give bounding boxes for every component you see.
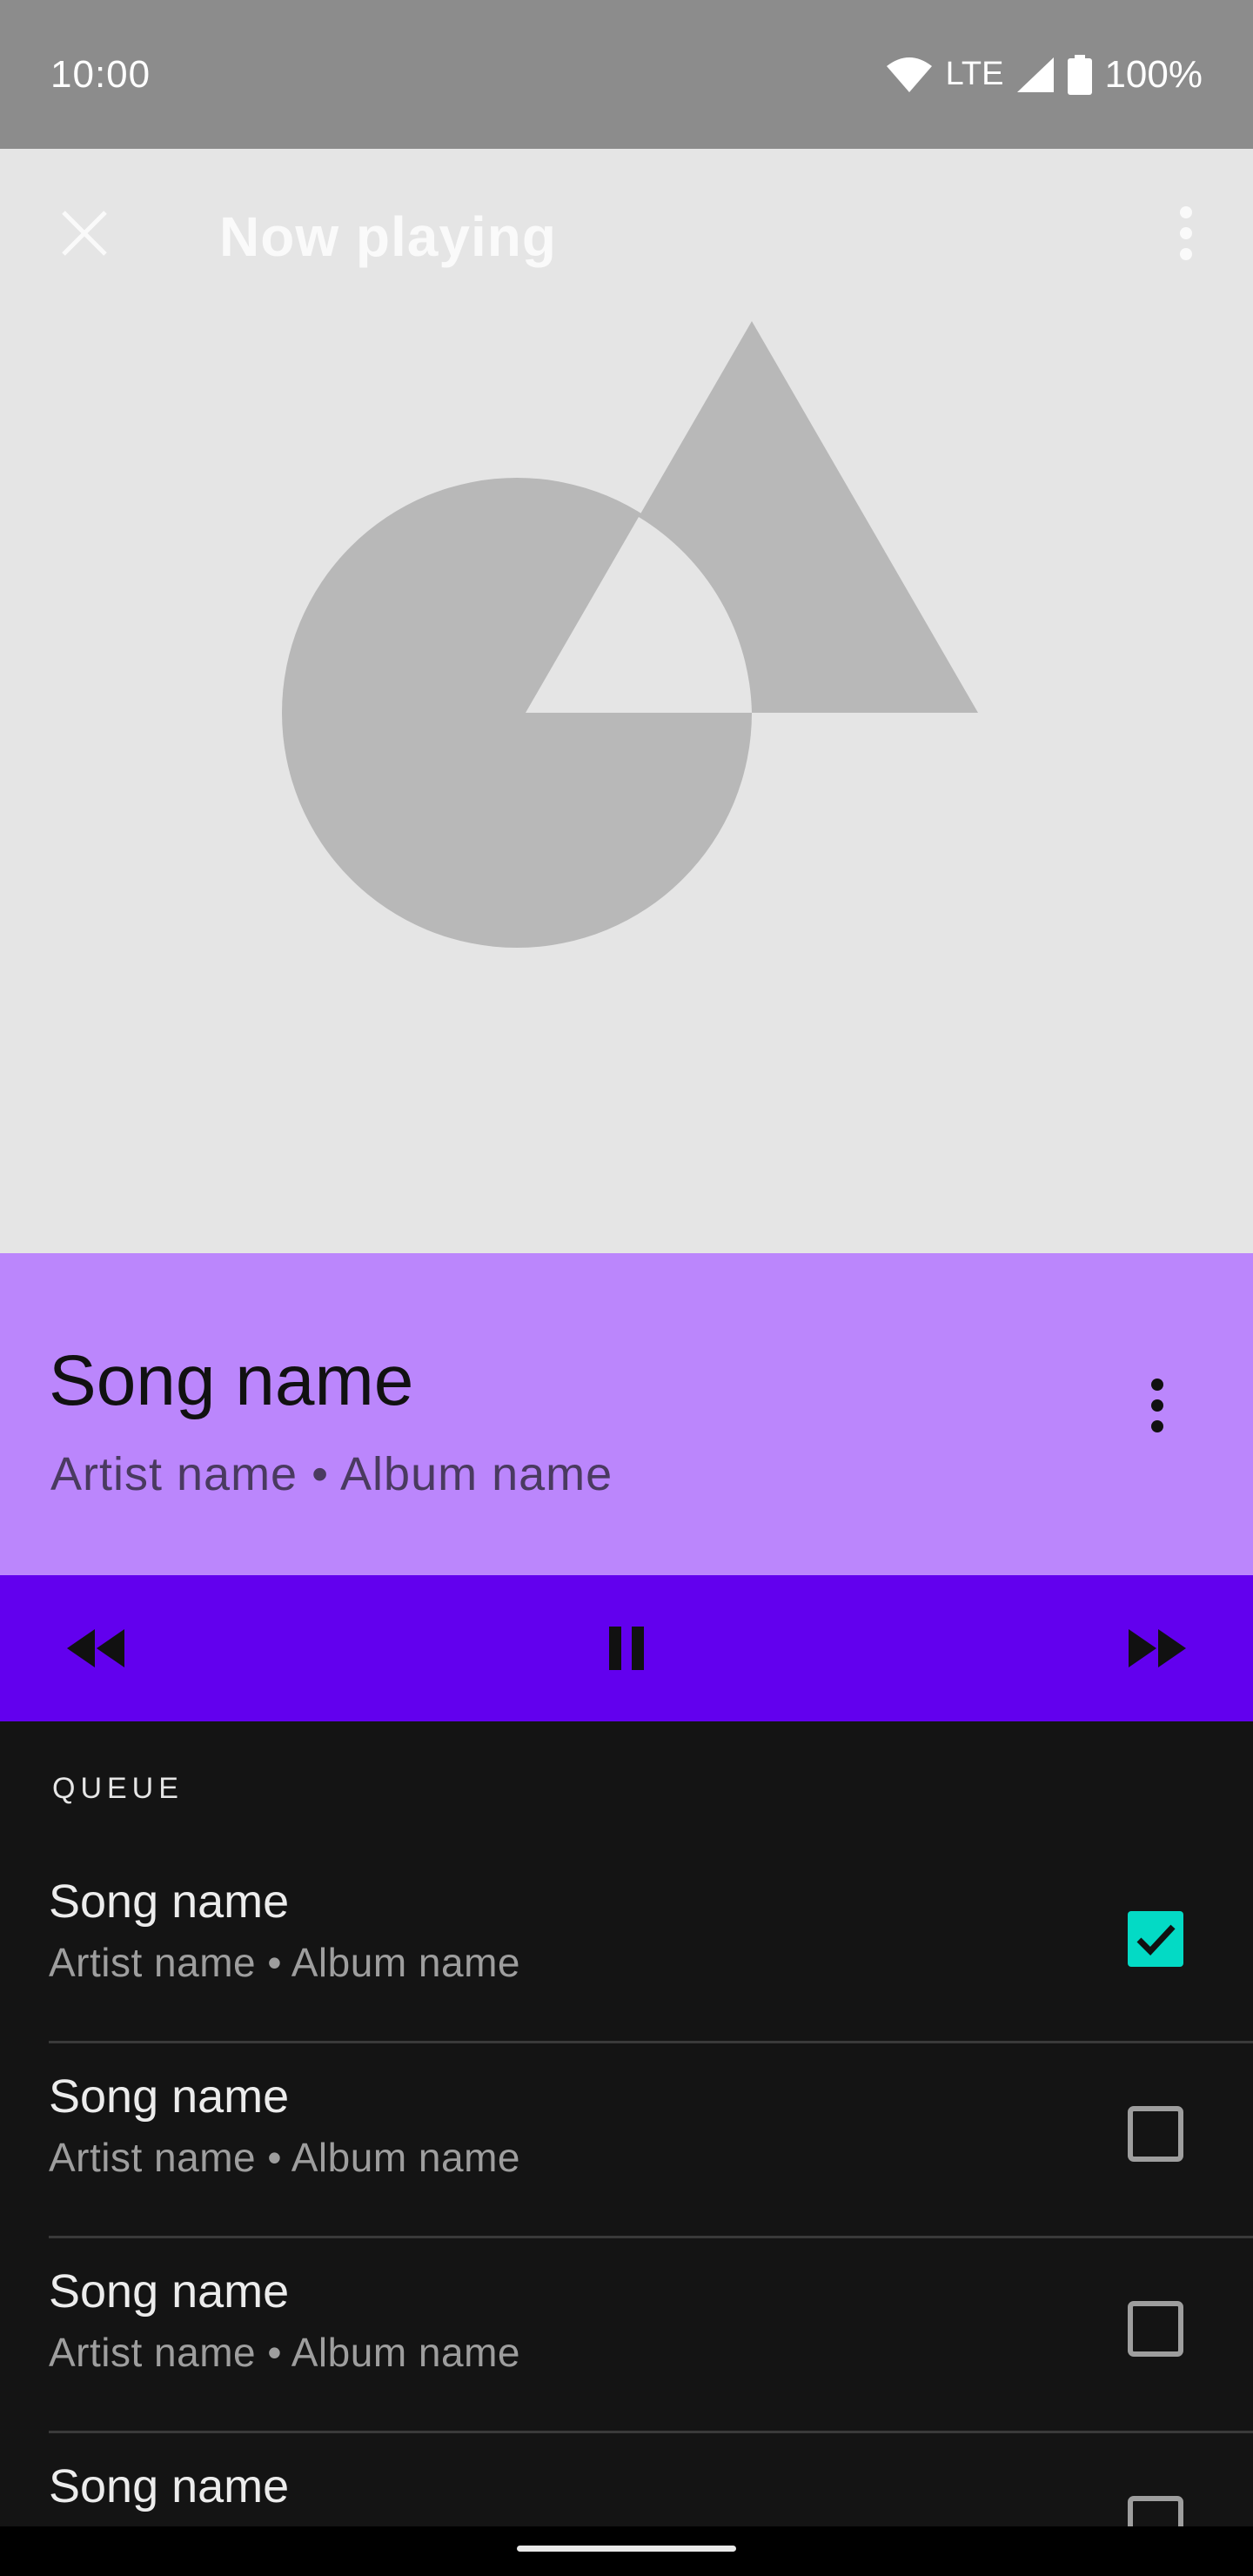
queue-item-title: Song name <box>49 2265 290 2318</box>
queue-header: QUEUE <box>52 1772 184 1805</box>
fast-forward-icon <box>1129 1629 1186 1667</box>
queue-item-meta: Artist name • Album name <box>49 2330 520 2375</box>
queue-item-checkbox[interactable] <box>1128 2301 1183 2357</box>
queue-item-title: Song name <box>49 1875 290 1928</box>
queue-item-title: Song name <box>49 2070 290 2123</box>
status-time: 10:00 <box>50 52 151 96</box>
close-icon <box>62 211 107 256</box>
close-button[interactable] <box>45 194 124 272</box>
now-playing-info[interactable]: Song name Artist name • Album name <box>0 1253 1253 1575</box>
cell-signal-icon <box>1015 56 1055 94</box>
wifi-icon <box>885 56 934 94</box>
checkbox-checked-icon <box>1128 1911 1183 1967</box>
more-vert-icon <box>1180 206 1192 260</box>
song-meta: Artist name • Album name <box>50 1448 613 1500</box>
queue-item-checkbox[interactable] <box>1128 1911 1183 1967</box>
navigation-bar <box>0 2526 1253 2576</box>
pause-icon <box>609 1627 644 1670</box>
song-options-button[interactable] <box>1118 1366 1196 1445</box>
status-bar: 10:00 LTE 100% <box>0 0 1253 149</box>
checkbox-unchecked-icon <box>1128 2301 1183 2357</box>
queue-item-title: Song name <box>49 2460 290 2512</box>
pause-button[interactable] <box>583 1605 670 1692</box>
album-art-area: Now playing <box>0 149 1253 1253</box>
queue-item-meta: Artist name • Album name <box>49 2135 520 2180</box>
checkbox-unchecked-icon <box>1128 2106 1183 2162</box>
queue-item-meta: Artist name • Album name <box>49 1940 520 1985</box>
network-type: LTE <box>945 56 1004 92</box>
battery-percent: 100% <box>1104 52 1203 96</box>
song-title: Song name <box>49 1341 414 1420</box>
queue-item[interactable]: Song name Artist name • Album name <box>0 2043 1253 2238</box>
page-title: Now playing <box>219 205 557 268</box>
queue-item-checkbox[interactable] <box>1128 2106 1183 2162</box>
rewind-button[interactable] <box>52 1605 139 1692</box>
queue-item[interactable]: Song name Artist name • Album name <box>0 1848 1253 2043</box>
album-art <box>282 321 978 948</box>
now-playing-screen: 10:00 LTE 100% Now playing Song name Art… <box>0 0 1253 2576</box>
home-gesture-handle[interactable] <box>517 2546 736 2552</box>
playback-controls <box>0 1575 1253 1721</box>
more-vert-icon <box>1151 1379 1163 1432</box>
fast-forward-button[interactable] <box>1114 1605 1201 1692</box>
queue-item[interactable]: Song name Artist name • Album name <box>0 2238 1253 2433</box>
battery-icon <box>1068 54 1093 95</box>
queue-section: QUEUE Song name Artist name • Album name… <box>0 1721 1253 2576</box>
more-options-button[interactable] <box>1147 194 1225 272</box>
queue-list: Song name Artist name • Album name Song … <box>0 1848 1253 2576</box>
status-icons: LTE 100% <box>885 53 1203 97</box>
album-art-shapes <box>282 321 978 948</box>
rewind-icon <box>67 1629 124 1667</box>
